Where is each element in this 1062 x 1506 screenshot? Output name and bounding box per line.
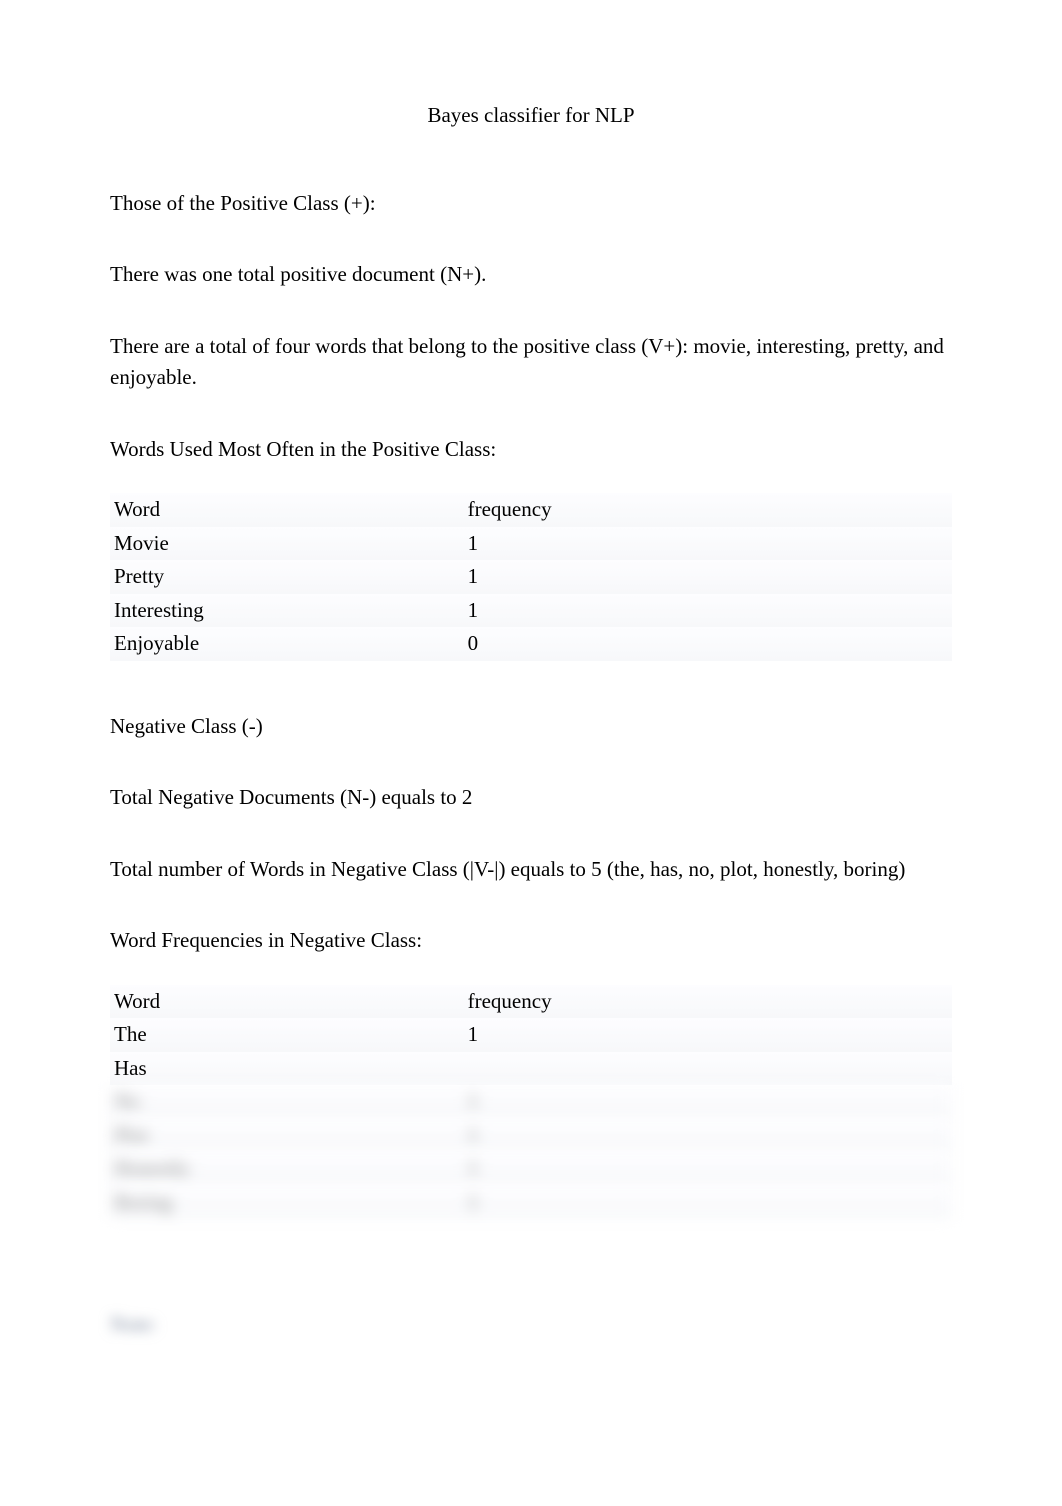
table-row: Enjoyable 0 [110,627,952,661]
cell-freq: 1 [464,1152,952,1186]
document-title: Bayes classifier for NLP [110,100,952,132]
table-row: Interesting 1 [110,594,952,628]
col-header-frequency: frequency [464,985,952,1019]
col-header-word: Word [110,493,464,527]
col-header-word: Word [110,985,464,1019]
table-header-row: Word frequency [110,985,952,1019]
table-row: Has [110,1052,952,1086]
cell-word: Boring [110,1186,464,1220]
cell-word: Interesting [110,594,464,628]
cell-word: No [110,1085,464,1119]
paragraph-negative-freq-heading: Word Frequencies in Negative Class: [110,925,952,957]
paragraph-positive-class-heading: Those of the Positive Class (+): [110,188,952,220]
cell-word: The [110,1018,464,1052]
cell-freq: 1 [464,1018,952,1052]
blurred-footer-text: Note: [110,1309,157,1341]
table-row: The 1 [110,1018,952,1052]
cell-word: Honestly [110,1152,464,1186]
cell-word: Pretty [110,560,464,594]
cell-freq: 1 [464,1186,952,1220]
cell-freq: 1 [464,560,952,594]
table-header-row: Word frequency [110,493,952,527]
table-row-blurred: Boring 1 [110,1186,952,1220]
cell-freq: 0 [464,627,952,661]
paragraph-negative-words: Total number of Words in Negative Class … [110,854,952,886]
table-row: Pretty 1 [110,560,952,594]
col-header-frequency: frequency [464,493,952,527]
table-row-blurred: No 1 [110,1085,952,1119]
paragraph-positive-doc-count: There was one total positive document (N… [110,259,952,291]
negative-frequency-table: Word frequency The 1 Has No 1 Plot 1 Hon… [110,985,952,1220]
paragraph-positive-words: There are a total of four words that bel… [110,331,952,394]
table-row: Movie 1 [110,527,952,561]
cell-freq: 1 [464,1119,952,1153]
cell-word: Movie [110,527,464,561]
paragraph-positive-freq-heading: Words Used Most Often in the Positive Cl… [110,434,952,466]
cell-word: Enjoyable [110,627,464,661]
cell-word: Has [110,1052,464,1086]
paragraph-negative-class-heading: Negative Class (-) [110,711,952,743]
cell-freq: 1 [464,527,952,561]
cell-freq [464,1052,952,1086]
cell-freq: 1 [464,594,952,628]
cell-freq: 1 [464,1085,952,1119]
positive-frequency-table: Word frequency Movie 1 Pretty 1 Interest… [110,493,952,661]
table-row-blurred: Honestly 1 [110,1152,952,1186]
table-row-blurred: Plot 1 [110,1119,952,1153]
paragraph-negative-doc-count: Total Negative Documents (N-) equals to … [110,782,952,814]
cell-word: Plot [110,1119,464,1153]
